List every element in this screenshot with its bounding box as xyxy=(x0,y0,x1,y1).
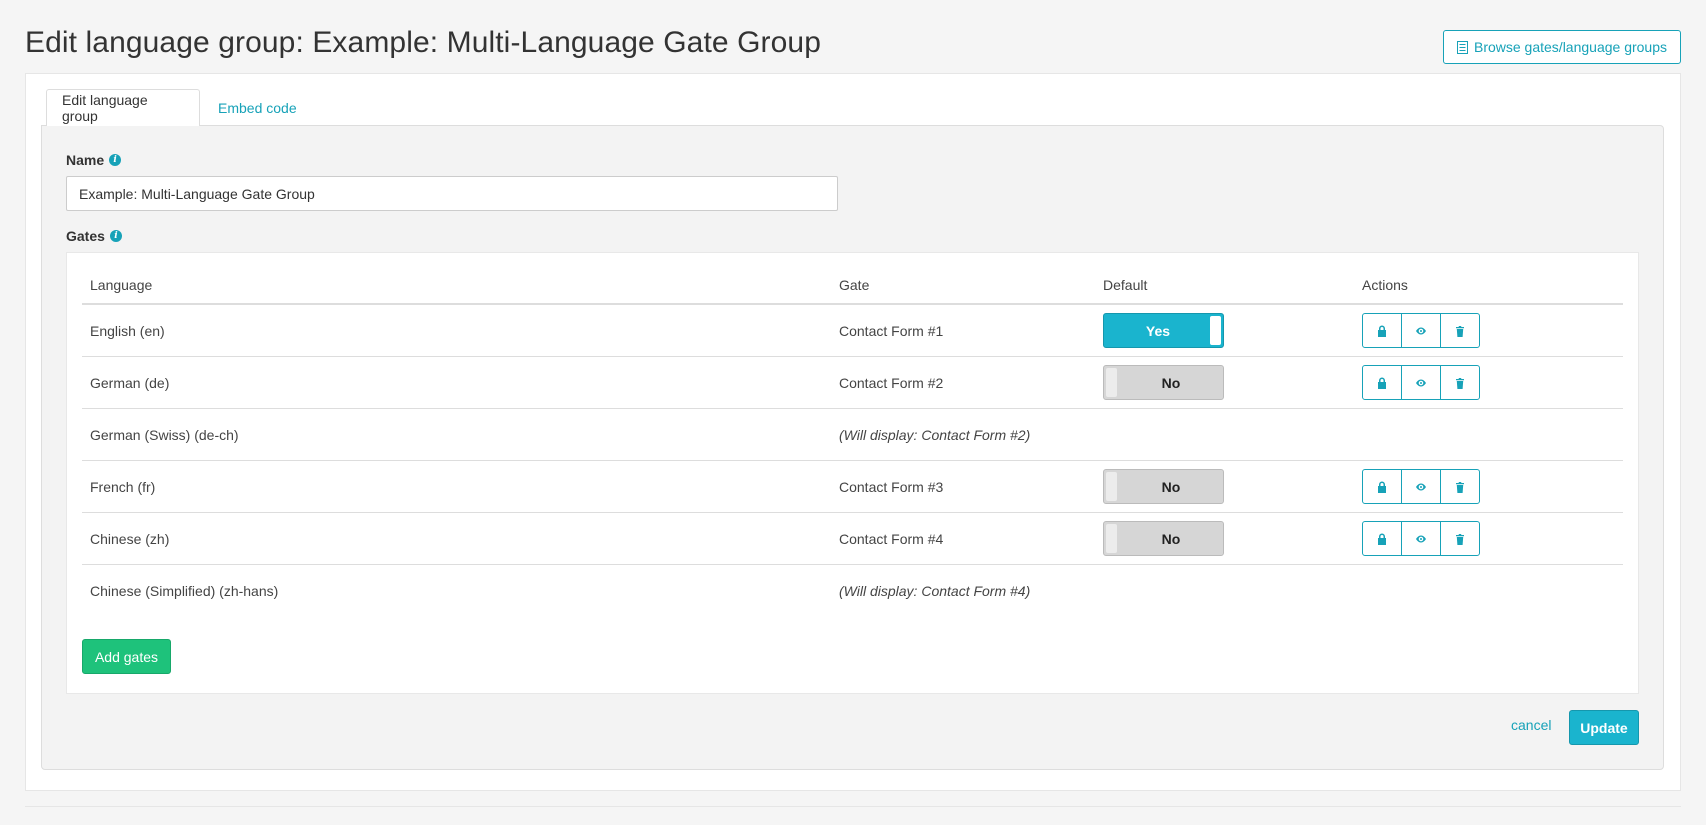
trash-icon xyxy=(1456,377,1464,389)
browse-gates-label: Browse gates/language groups xyxy=(1473,39,1668,55)
lock-icon xyxy=(1378,533,1386,545)
toggle-label: No xyxy=(1161,374,1181,391)
action-buttons xyxy=(1362,313,1480,348)
header-gate: Gate xyxy=(839,277,870,293)
gate-cell: Contact Form #2 xyxy=(839,374,944,391)
trash-icon xyxy=(1456,481,1464,493)
toggle-knob xyxy=(1106,368,1117,397)
default-toggle[interactable]: Yes xyxy=(1103,313,1224,348)
name-label: Name i xyxy=(66,152,122,168)
browse-gates-button[interactable]: Browse gates/language groups xyxy=(1443,30,1681,64)
table-header: Language Gate Default Actions xyxy=(82,265,1623,305)
eye-icon xyxy=(1416,483,1426,490)
default-toggle[interactable]: No xyxy=(1103,469,1224,504)
name-label-text: Name xyxy=(66,152,105,168)
header-actions: Actions xyxy=(1362,277,1408,293)
toggle-label: No xyxy=(1161,530,1181,547)
lock-button[interactable] xyxy=(1362,521,1402,556)
table-row: German (Swiss) (de-ch) (Will display: Co… xyxy=(82,409,1623,461)
language-cell: German (de) xyxy=(90,374,170,391)
view-button[interactable] xyxy=(1401,469,1441,504)
name-input[interactable] xyxy=(66,176,838,211)
cancel-link[interactable]: cancel xyxy=(1511,717,1551,733)
action-buttons xyxy=(1362,521,1480,556)
inherited-gate-cell: (Will display: Contact Form #2) xyxy=(839,426,1031,443)
eye-icon xyxy=(1416,379,1426,386)
language-cell: French (fr) xyxy=(90,478,156,495)
eye-icon xyxy=(1416,535,1426,542)
action-buttons xyxy=(1362,469,1480,504)
table-row: French (fr) Contact Form #3 No xyxy=(82,461,1623,513)
view-button[interactable] xyxy=(1401,365,1441,400)
lock-button[interactable] xyxy=(1362,313,1402,348)
lock-button[interactable] xyxy=(1362,365,1402,400)
toggle-knob xyxy=(1106,524,1117,553)
delete-button[interactable] xyxy=(1440,313,1480,348)
add-gates-button[interactable]: Add gates xyxy=(82,639,171,674)
view-button[interactable] xyxy=(1401,521,1441,556)
gates-label-text: Gates xyxy=(66,228,105,244)
page-title: Edit language group: Example: Multi-Lang… xyxy=(25,26,822,59)
info-icon[interactable]: i xyxy=(109,230,122,242)
lock-icon xyxy=(1378,325,1386,337)
delete-button[interactable] xyxy=(1440,469,1480,504)
default-toggle[interactable]: No xyxy=(1103,365,1224,400)
gates-label: Gates i xyxy=(66,228,122,244)
table-row: German (de) Contact Form #2 No xyxy=(82,357,1623,409)
gates-table: Language Gate Default Actions English (e… xyxy=(82,265,1623,617)
tab-embed-code[interactable]: Embed code xyxy=(203,89,312,126)
info-icon[interactable]: i xyxy=(109,154,122,166)
toggle-label: Yes xyxy=(1145,322,1171,339)
view-button[interactable] xyxy=(1401,313,1441,348)
delete-button[interactable] xyxy=(1440,365,1480,400)
header-language: Language xyxy=(90,277,153,293)
toggle-knob xyxy=(1210,316,1221,345)
table-row: Chinese (Simplified) (zh-hans) (Will dis… xyxy=(82,565,1623,617)
inherited-gate-cell: (Will display: Contact Form #4) xyxy=(839,583,1031,599)
delete-button[interactable] xyxy=(1440,521,1480,556)
tab-edit-language-group[interactable]: Edit language group xyxy=(46,89,200,126)
update-button[interactable]: Update xyxy=(1569,710,1639,745)
default-toggle[interactable]: No xyxy=(1103,521,1224,556)
language-cell: English (en) xyxy=(90,322,165,339)
tab-label: Edit language group xyxy=(62,92,148,124)
toggle-knob xyxy=(1106,472,1117,501)
lock-icon xyxy=(1378,481,1386,493)
gate-cell: Contact Form #4 xyxy=(839,530,944,547)
eye-icon xyxy=(1416,327,1426,334)
trash-icon xyxy=(1456,325,1464,337)
action-buttons xyxy=(1362,365,1480,400)
language-cell: German (Swiss) (de-ch) xyxy=(90,426,239,443)
toggle-label: No xyxy=(1161,478,1181,495)
table-row: English (en) Contact Form #1 Yes xyxy=(82,305,1623,357)
header-default: Default xyxy=(1103,277,1148,293)
tab-label: Embed code xyxy=(218,99,297,116)
language-cell: Chinese (Simplified) (zh-hans) xyxy=(90,583,279,599)
language-cell: Chinese (zh) xyxy=(90,530,170,547)
trash-icon xyxy=(1456,533,1464,545)
lock-icon xyxy=(1378,377,1386,389)
lock-button[interactable] xyxy=(1362,469,1402,504)
divider xyxy=(25,806,1681,807)
gate-cell: Contact Form #1 xyxy=(839,322,944,339)
gate-cell: Contact Form #3 xyxy=(839,478,944,495)
list-icon xyxy=(1456,40,1468,54)
table-row: Chinese (zh) Contact Form #4 No xyxy=(82,513,1623,565)
